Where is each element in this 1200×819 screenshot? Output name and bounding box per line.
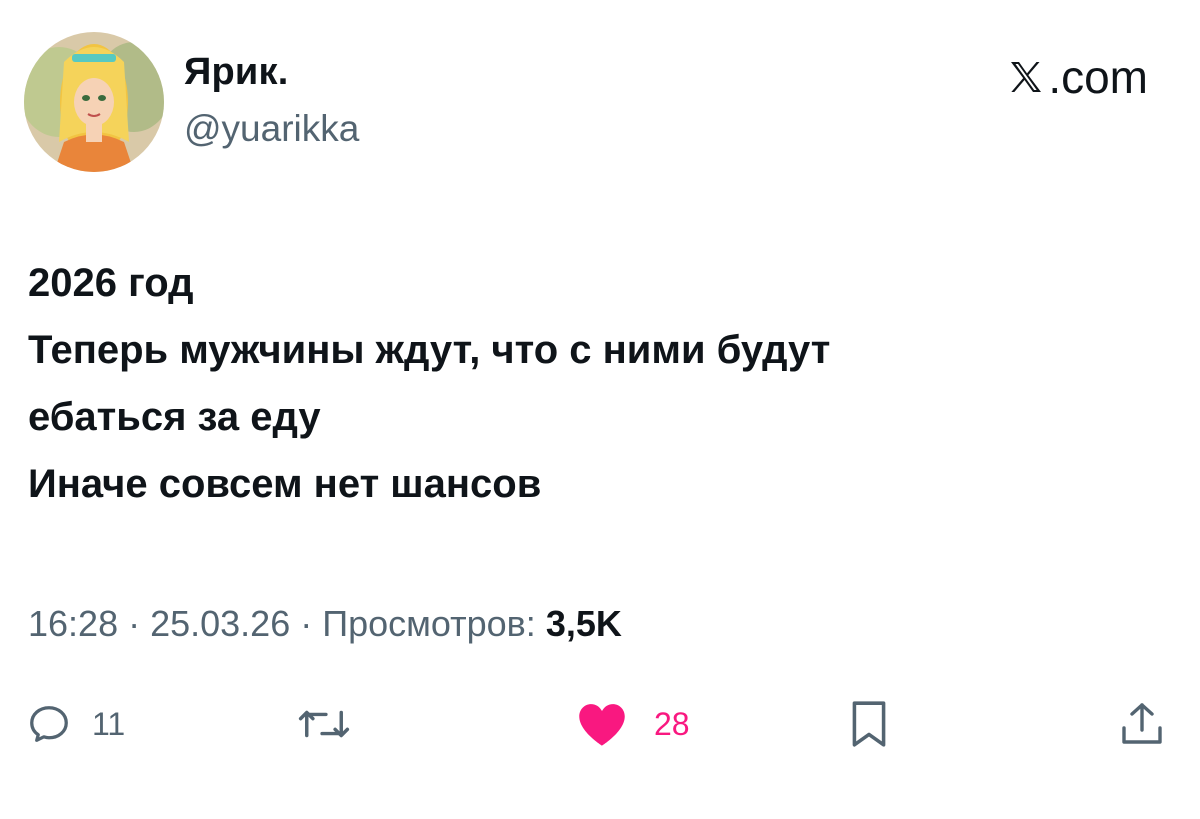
author-display-name[interactable]: Ярик. xyxy=(184,51,288,94)
bookmark-icon xyxy=(852,701,886,747)
views-count: 3,5K xyxy=(545,603,622,644)
share-icon xyxy=(1122,703,1162,744)
like-count: 28 xyxy=(654,705,690,742)
x-logo-icon xyxy=(1011,62,1042,92)
source-site-label: .com xyxy=(1048,51,1148,103)
author-handle[interactable]: @yuarikka xyxy=(184,108,359,150)
avatar[interactable] xyxy=(24,32,164,172)
meta-separator: · xyxy=(118,603,151,644)
avatar-image xyxy=(24,32,164,172)
tweet-time[interactable]: 16:28 xyxy=(28,603,118,644)
views-label: Просмотров: xyxy=(322,603,536,644)
reply-icon xyxy=(30,706,68,742)
source-site: .com xyxy=(1006,50,1148,104)
like-button[interactable]: 28 xyxy=(576,694,690,754)
bookmark-button[interactable] xyxy=(847,694,891,754)
reply-button[interactable]: 11 xyxy=(26,694,125,754)
tweet-date[interactable]: 25.03.26 xyxy=(150,603,290,644)
retweet-button[interactable] xyxy=(296,694,352,754)
tweet-meta: 16:28 · 25.03.26 · Просмотров: 3,5K xyxy=(28,603,622,645)
tweet-text: 2026 год Теперь мужчины ждут, что с ними… xyxy=(28,250,1168,518)
action-bar: 11 28 xyxy=(0,694,1200,754)
reply-count: 11 xyxy=(92,705,126,742)
retweet-icon xyxy=(298,710,350,738)
heart-icon xyxy=(579,704,625,746)
tweet-line: 2026 год xyxy=(28,261,194,305)
tweet-line: ебаться за еду xyxy=(28,395,321,439)
tweet-line: Иначе совсем нет шансов xyxy=(28,462,542,506)
share-button[interactable] xyxy=(1118,694,1166,754)
tweet-line: Теперь мужчины ждут, что с ними будут xyxy=(28,328,831,372)
meta-separator: · xyxy=(290,603,323,644)
